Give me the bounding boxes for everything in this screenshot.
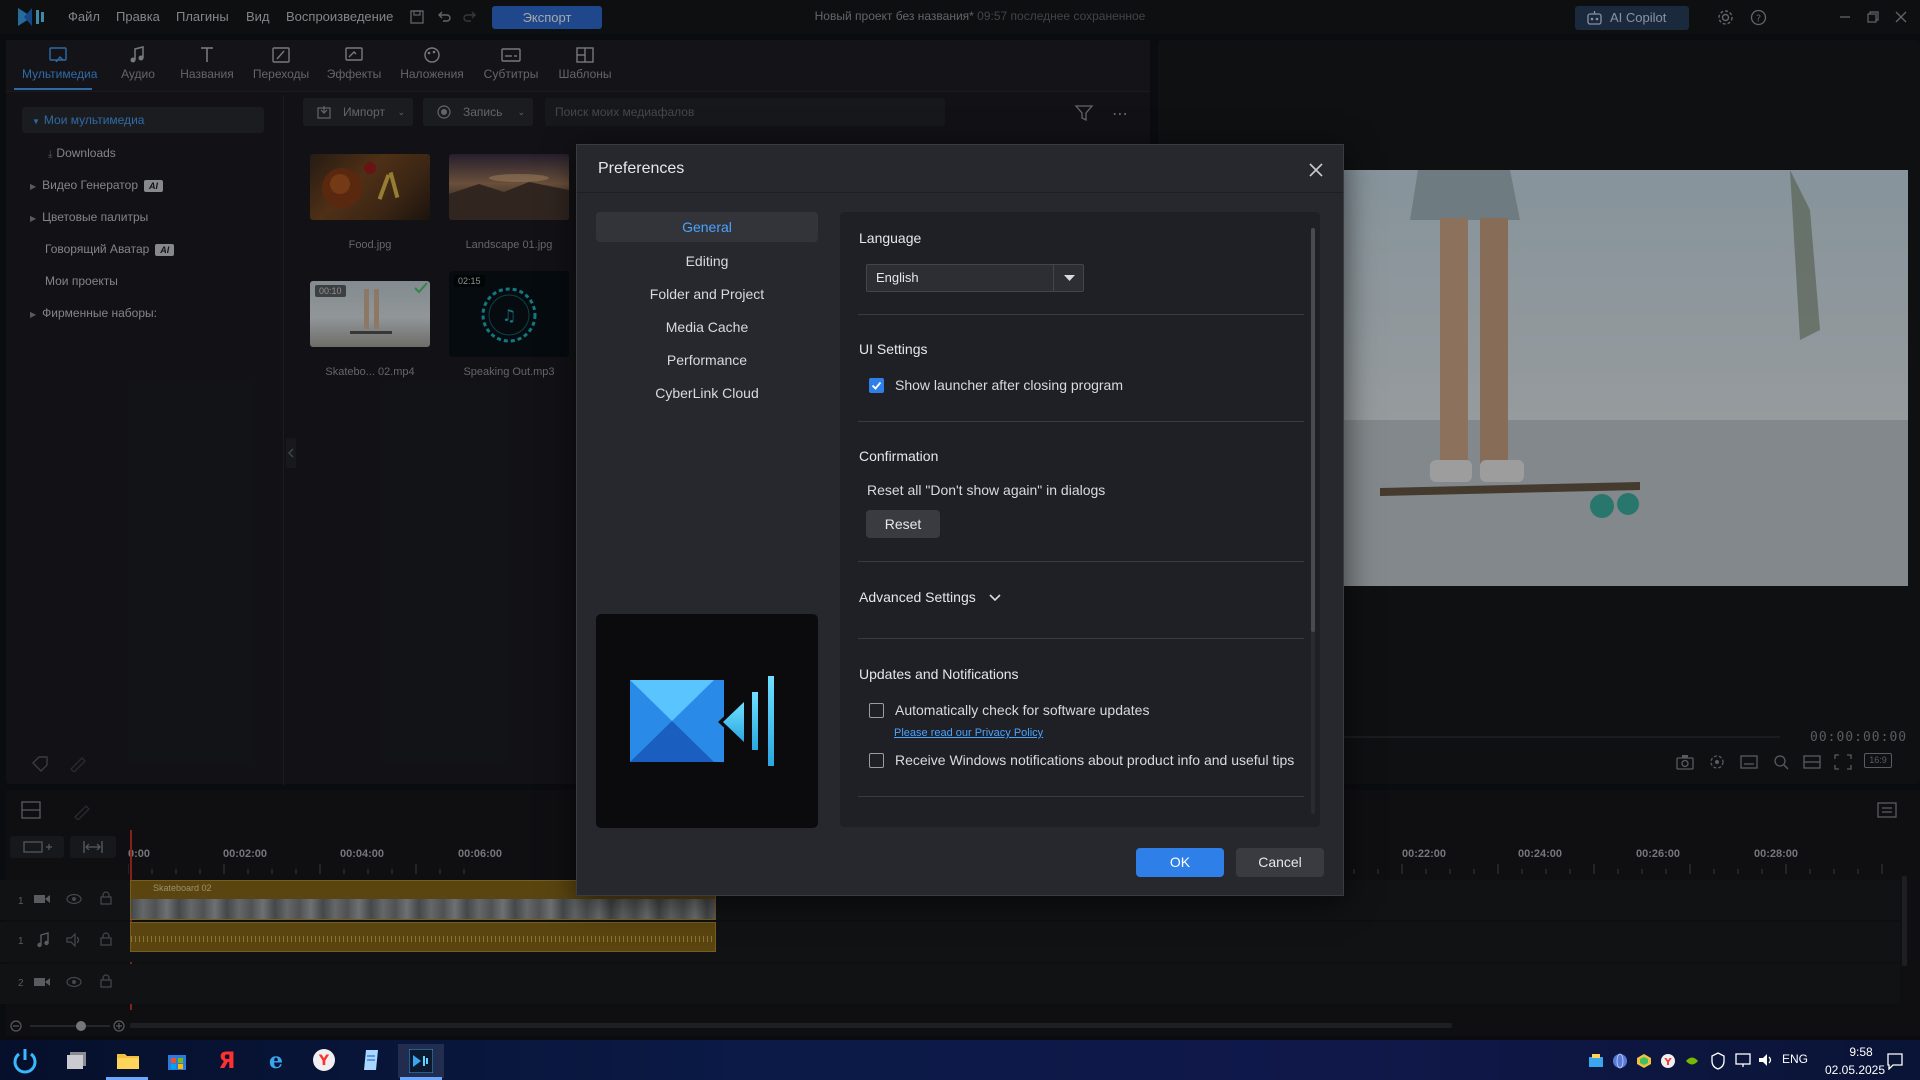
tray-nvidia-icon[interactable] <box>1684 1053 1700 1069</box>
svg-text:e: e <box>269 1048 283 1072</box>
tray-yandex-icon[interactable]: Y <box>1660 1053 1676 1069</box>
pref-category-cyberlink-cloud[interactable]: CyberLink Cloud <box>596 378 818 408</box>
pref-category-performance[interactable]: Performance <box>596 345 818 375</box>
section-divider <box>858 638 1304 639</box>
notepad-icon[interactable] <box>360 1048 384 1072</box>
yandex-icon[interactable]: Я <box>216 1048 238 1072</box>
section-divider <box>858 561 1304 562</box>
powerdirector-icon <box>409 1049 433 1073</box>
pref-category-folder-project[interactable]: Folder and Project <box>596 279 818 309</box>
svg-text:Я: Я <box>219 1049 236 1072</box>
product-logo <box>596 614 818 828</box>
tray-color-app-icon[interactable] <box>1636 1053 1652 1069</box>
input-language[interactable]: ENG <box>1782 1052 1808 1066</box>
auto-update-checkbox[interactable] <box>869 703 884 718</box>
taskbar-clock-time[interactable]: 9:58 <box>1832 1045 1890 1059</box>
cancel-button[interactable]: Cancel <box>1236 848 1324 877</box>
advanced-settings-toggle[interactable]: Advanced Settings <box>859 589 1002 605</box>
settings-scrollbar-thumb[interactable] <box>1311 228 1315 632</box>
powerdirector-logo-icon <box>630 676 774 766</box>
windows-taskbar: Я e Y Y ENG <box>0 1040 1920 1080</box>
tray-app-icon[interactable] <box>1588 1053 1604 1069</box>
show-launcher-checkbox[interactable] <box>869 378 884 393</box>
tray-volume-icon[interactable] <box>1758 1052 1776 1068</box>
language-select[interactable]: English <box>866 264 1084 292</box>
windows-notify-checkbox[interactable] <box>869 753 884 768</box>
ui-settings-section-title: UI Settings <box>859 341 928 357</box>
ie-browser-icon[interactable]: e <box>264 1048 288 1072</box>
yandex-browser-icon[interactable]: Y <box>312 1048 336 1072</box>
powerdirector-taskbar-button[interactable] <box>398 1044 444 1078</box>
auto-update-label: Automatically check for software updates <box>895 702 1150 718</box>
dialog-title: Preferences <box>598 160 685 177</box>
checkmark-icon <box>871 381 882 390</box>
reset-button[interactable]: Reset <box>866 510 940 538</box>
svg-text:Y: Y <box>318 1053 330 1069</box>
dialog-close-button[interactable] <box>1304 158 1328 182</box>
confirmation-section-title: Confirmation <box>859 448 939 464</box>
dialog-divider <box>577 192 1343 193</box>
windows-notify-label: Receive Windows notifications about prod… <box>895 752 1295 768</box>
show-launcher-label: Show launcher after closing program <box>895 377 1124 393</box>
language-select-arrow[interactable] <box>1053 264 1084 292</box>
section-divider <box>858 796 1304 797</box>
pref-category-editing[interactable]: Editing <box>596 246 818 276</box>
section-divider <box>858 421 1304 422</box>
tray-security-icon[interactable] <box>1710 1052 1726 1070</box>
updates-section-title: Updates and Notifications <box>859 666 1019 682</box>
chevron-down-icon <box>988 593 1002 603</box>
close-icon <box>1309 163 1323 177</box>
ok-button[interactable]: OK <box>1136 848 1224 877</box>
privacy-policy-link[interactable]: Please read our Privacy Policy <box>894 727 1043 739</box>
taskbar-clock-date[interactable]: 02.05.2025 <box>1815 1063 1895 1077</box>
caret-down-icon <box>1064 275 1075 281</box>
start-power-icon[interactable] <box>10 1046 40 1076</box>
tray-network-globe-icon[interactable] <box>1612 1053 1628 1069</box>
tray-network-icon[interactable] <box>1734 1052 1752 1068</box>
confirmation-reset-text: Reset all "Don't show again" in dialogs <box>867 482 1106 498</box>
task-view-icon[interactable] <box>66 1050 88 1070</box>
pref-category-media-cache[interactable]: Media Cache <box>596 312 818 342</box>
pref-category-general[interactable]: General <box>596 212 818 242</box>
svg-text:Y: Y <box>1663 1057 1672 1068</box>
language-section-title: Language <box>859 230 922 246</box>
section-divider <box>858 314 1304 315</box>
store-icon[interactable] <box>166 1049 188 1071</box>
file-explorer-icon[interactable] <box>116 1050 140 1070</box>
